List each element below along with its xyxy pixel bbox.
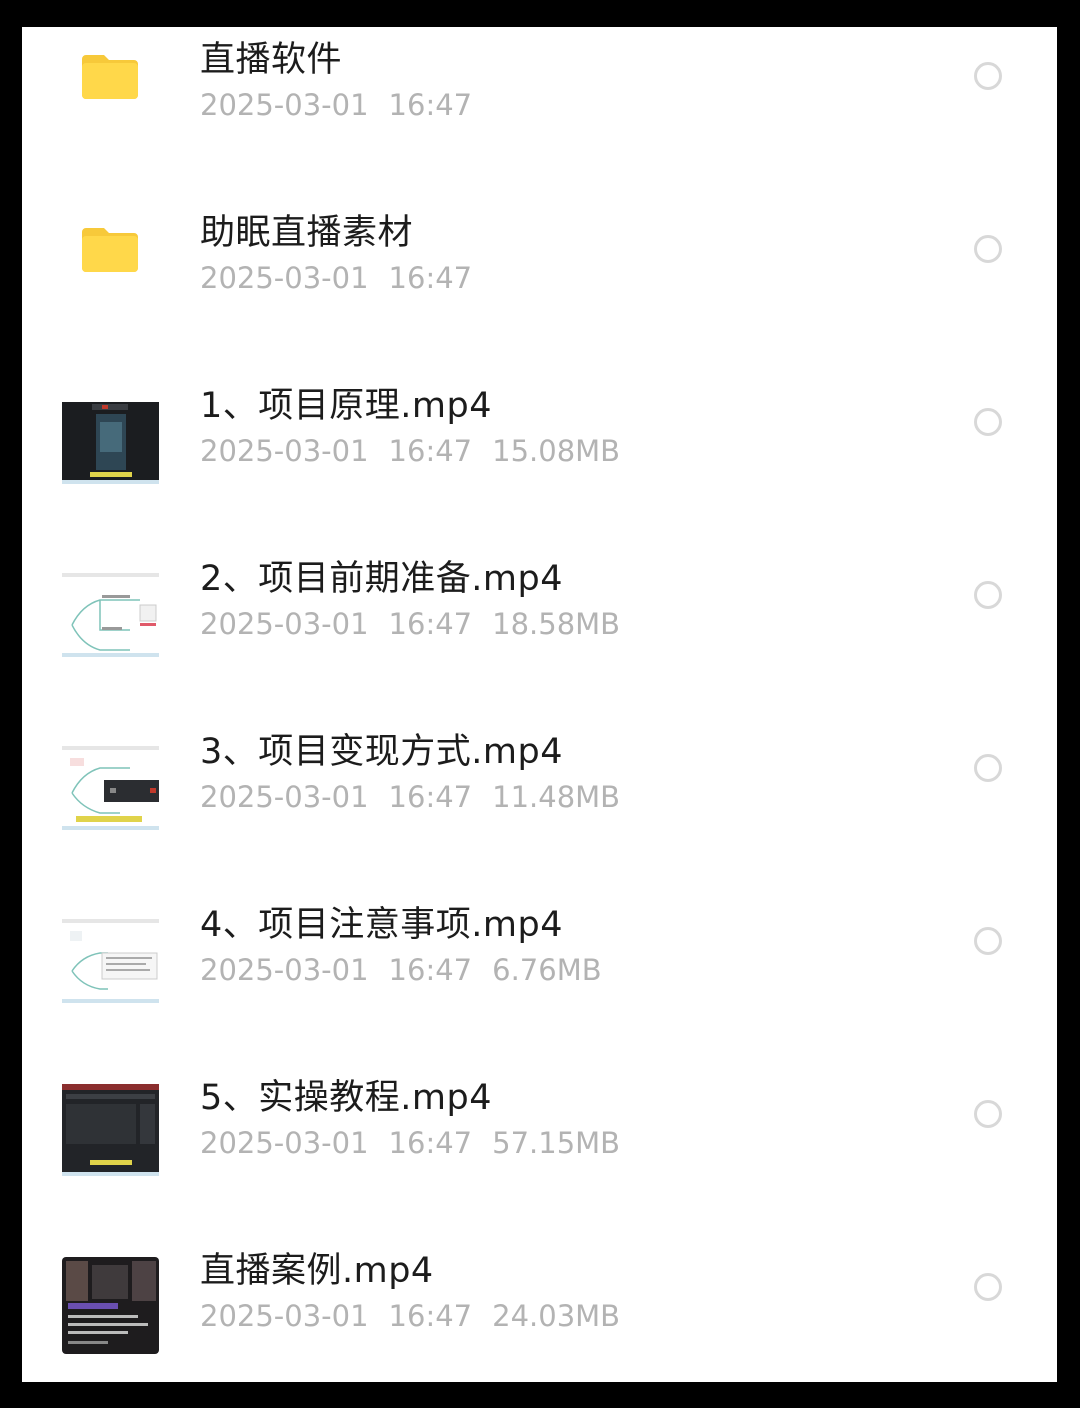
- file-name: 1、项目原理.mp4: [200, 386, 492, 426]
- file-meta: 2025-03-01 16:47: [200, 261, 492, 295]
- file-item-folder[interactable]: 助眠直播素材 2025-03-01 16:47: [22, 182, 1057, 355]
- folder-icon: [82, 55, 138, 99]
- select-radio[interactable]: [974, 754, 1002, 782]
- select-radio[interactable]: [974, 1273, 1002, 1301]
- file-meta: 2025-03-01 16:47 11.48MB: [200, 780, 640, 814]
- select-radio[interactable]: [974, 581, 1002, 609]
- file-time: 16:47: [388, 88, 473, 122]
- file-time: 16:47: [388, 607, 473, 641]
- file-date: 2025-03-01: [200, 1299, 369, 1333]
- file-time: 16:47: [388, 780, 473, 814]
- file-item-video[interactable]: 1、项目原理.mp4 2025-03-01 16:47 15.08MB: [22, 355, 1057, 528]
- video-thumbnail: [62, 392, 159, 489]
- file-size: 15.08MB: [492, 434, 621, 468]
- video-thumbnail: [62, 911, 159, 1008]
- file-size: 24.03MB: [492, 1299, 621, 1333]
- file-size: 6.76MB: [492, 953, 602, 987]
- file-size: 11.48MB: [492, 780, 621, 814]
- file-size: 57.15MB: [492, 1126, 621, 1160]
- file-list: 直播软件 2025-03-01 16:47 助眠直播素材 2025-03-01 16…: [22, 27, 1057, 1382]
- file-date: 2025-03-01: [200, 780, 369, 814]
- video-thumbnail: [62, 738, 159, 835]
- file-item-video[interactable]: 2、项目前期准备.mp4 2025-03-01 16:47 18.58MB: [22, 528, 1057, 701]
- file-date: 2025-03-01: [200, 88, 369, 122]
- file-item-video[interactable]: 4、项目注意事项.mp4 2025-03-01 16:47 6.76MB: [22, 874, 1057, 1047]
- select-radio[interactable]: [974, 62, 1002, 90]
- file-date: 2025-03-01: [200, 953, 369, 987]
- file-time: 16:47: [388, 434, 473, 468]
- file-meta: 2025-03-01 16:47 18.58MB: [200, 607, 640, 641]
- file-name: 4、项目注意事项.mp4: [200, 905, 563, 945]
- select-radio[interactable]: [974, 235, 1002, 263]
- file-name: 直播案例.mp4: [200, 1251, 434, 1291]
- file-time: 16:47: [388, 1126, 473, 1160]
- file-time: 16:47: [388, 261, 473, 295]
- file-date: 2025-03-01: [200, 1126, 369, 1160]
- video-thumbnail: [62, 565, 159, 662]
- file-meta: 2025-03-01 16:47 24.03MB: [200, 1299, 640, 1333]
- file-name: 助眠直播素材: [200, 213, 414, 253]
- file-time: 16:47: [388, 1299, 473, 1333]
- select-radio[interactable]: [974, 408, 1002, 436]
- file-date: 2025-03-01: [200, 261, 369, 295]
- file-meta: 2025-03-01 16:47 15.08MB: [200, 434, 640, 468]
- file-meta: 2025-03-01 16:47 57.15MB: [200, 1126, 640, 1160]
- select-radio[interactable]: [974, 1100, 1002, 1128]
- file-size: 18.58MB: [492, 607, 621, 641]
- file-item-video[interactable]: 5、实操教程.mp4 2025-03-01 16:47 57.15MB: [22, 1047, 1057, 1220]
- select-radio[interactable]: [974, 927, 1002, 955]
- file-name: 3、项目变现方式.mp4: [200, 732, 563, 772]
- file-item-folder[interactable]: 直播软件 2025-03-01 16:47: [22, 27, 1057, 182]
- file-name: 直播软件: [200, 40, 343, 80]
- file-time: 16:47: [388, 953, 473, 987]
- file-meta: 2025-03-01 16:47: [200, 88, 492, 122]
- folder-icon: [82, 228, 138, 272]
- file-name: 5、实操教程.mp4: [200, 1078, 492, 1118]
- video-thumbnail: [62, 1084, 159, 1181]
- file-date: 2025-03-01: [200, 607, 369, 641]
- file-item-video[interactable]: 3、项目变现方式.mp4 2025-03-01 16:47 11.48MB: [22, 701, 1057, 874]
- file-date: 2025-03-01: [200, 434, 369, 468]
- video-thumbnail: [62, 1257, 159, 1354]
- file-item-video[interactable]: 直播案例.mp4 2025-03-01 16:47 24.03MB: [22, 1220, 1057, 1382]
- file-name: 2、项目前期准备.mp4: [200, 559, 563, 599]
- file-meta: 2025-03-01 16:47 6.76MB: [200, 953, 622, 987]
